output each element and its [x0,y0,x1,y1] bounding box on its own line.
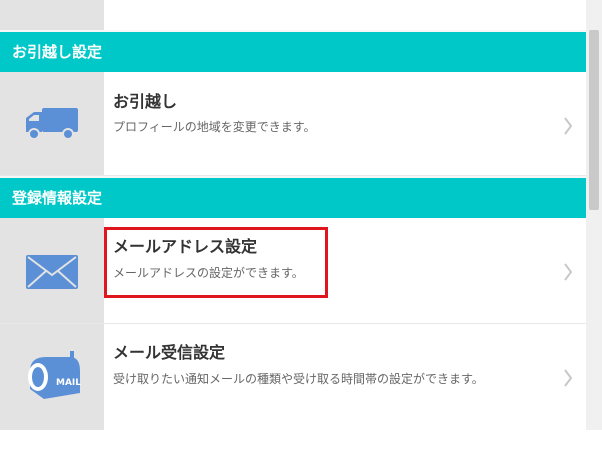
chevron-right-icon [564,263,573,281]
row-description: 受け取りたい通知メールの種類や受け取る時間帯の設定ができます。 [113,372,484,386]
scrollbar-thumb[interactable] [589,30,599,210]
row-icon-column [0,72,104,175]
settings-row-moving[interactable]: お引越し プロフィールの地域を変更できます。 [0,72,586,176]
row-icon-column: MAIL [0,324,104,430]
envelope-icon [26,254,78,289]
settings-row-mail-receiving[interactable]: MAIL メール受信設定 受け取りたい通知メールの種類や受け取る時間帯の設定がで… [0,324,586,430]
row-title: メール受信設定 [113,343,226,362]
section-header-registration: 登録情報設定 [0,178,586,218]
row-description: プロフィールの地域を変更できます。 [113,120,316,134]
row-icon-column [0,218,104,323]
settings-panel: お引越し設定 お引越し プロフィールの地域を変更できます。 登録情報設定 メール… [0,0,586,430]
section-header-moving: お引越し設定 [0,32,586,72]
mailbox-label: MAIL [56,378,81,388]
row-title: お引越し [113,92,178,111]
chevron-right-icon [564,117,573,135]
previous-row-fragment [0,0,586,30]
truck-icon [26,107,78,140]
previous-row-icon-column [0,0,104,30]
mailbox-icon: MAIL [28,351,81,399]
chevron-right-icon [564,369,573,387]
highlight-annotation-box [104,227,328,298]
previous-row-content [104,0,586,30]
